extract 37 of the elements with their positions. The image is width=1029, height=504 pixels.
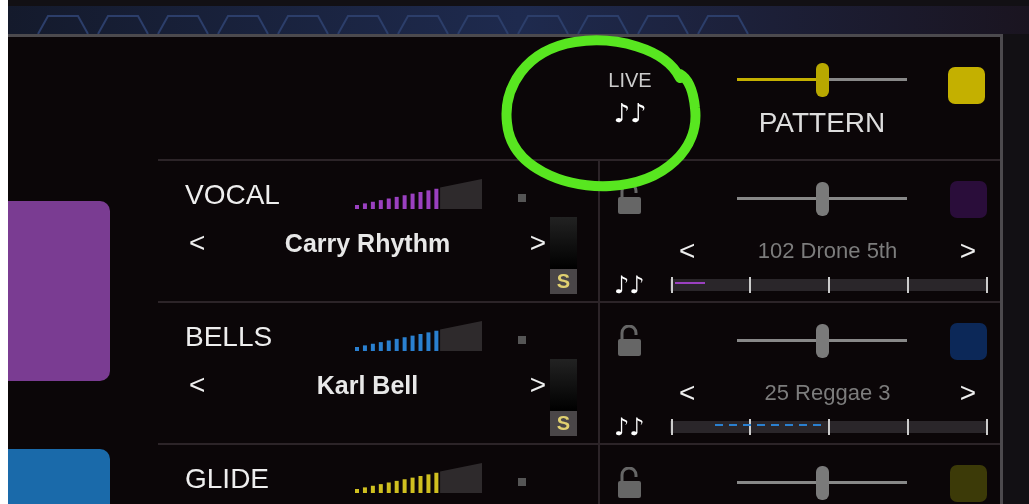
color-swatch[interactable]	[948, 67, 985, 104]
notes-label: ♪♪	[614, 415, 646, 439]
pattern-name: 25 Reggae 3	[763, 380, 892, 406]
slider[interactable]	[737, 466, 907, 500]
slider-thumb[interactable]	[816, 324, 829, 358]
preset-name: Karl Bell	[316, 370, 419, 400]
pattern-label: PATTERN	[758, 107, 886, 139]
track-name: VOCAL	[185, 178, 281, 212]
color-swatch[interactable]	[950, 180, 987, 218]
notes-label: ♪♪	[614, 273, 646, 297]
slider-thumb[interactable]	[816, 466, 829, 500]
next-button[interactable]: >	[525, 227, 550, 259]
next-button[interactable]: >	[955, 235, 980, 267]
color-swatch[interactable]	[950, 464, 987, 502]
slider[interactable]	[737, 324, 907, 358]
color-swatch[interactable]	[950, 322, 987, 360]
next-button[interactable]: >	[955, 377, 980, 409]
live-label: LIVE	[608, 69, 652, 92]
track-name: GLIDE	[185, 462, 271, 496]
slider-thumb[interactable]	[816, 63, 829, 97]
slider-thumb[interactable]	[816, 182, 829, 216]
track-tile[interactable]	[8, 201, 110, 381]
previous-button[interactable]: <	[675, 377, 700, 409]
previous-button[interactable]: <	[185, 227, 210, 259]
notes-label[interactable]: ♪♪	[613, 100, 647, 126]
previous-button[interactable]: <	[185, 369, 210, 401]
previous-button[interactable]: <	[675, 235, 700, 267]
slider[interactable]	[737, 63, 907, 97]
track-name: BELLS	[185, 320, 274, 354]
preset-name: Carry Rhythm	[284, 228, 451, 258]
solo-button[interactable]: S	[550, 269, 577, 294]
slider[interactable]	[737, 182, 907, 216]
timeline[interactable]	[670, 277, 988, 293]
pattern-name: 102 Drone 5th	[756, 238, 899, 264]
timeline[interactable]	[670, 419, 988, 435]
next-button[interactable]: >	[525, 369, 550, 401]
solo-button[interactable]: S	[550, 411, 577, 436]
